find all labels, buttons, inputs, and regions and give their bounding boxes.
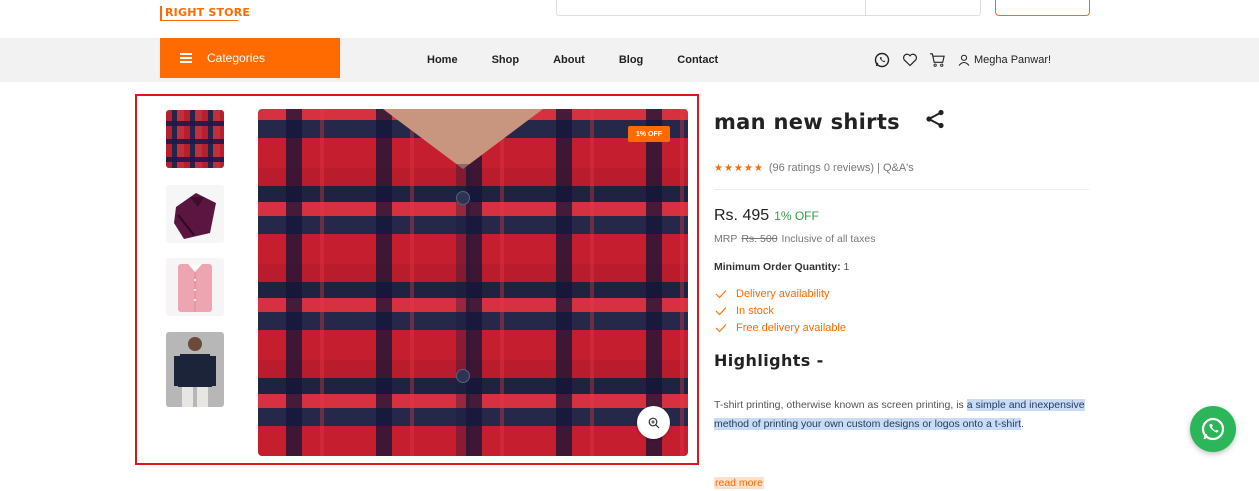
image-shirt-button — [456, 191, 470, 205]
thumbnail-2[interactable] — [166, 185, 224, 243]
feature-list: Delivery availability In stock Free deli… — [714, 285, 846, 336]
categories-button[interactable]: Categories — [160, 38, 340, 78]
feature-item: Free delivery available — [714, 319, 846, 336]
menu-icon — [180, 51, 192, 66]
description-text: T-shirt printing, otherwise known as scr… — [714, 399, 967, 411]
product-title-row: man new shirts — [714, 108, 946, 135]
thumbnail-1[interactable] — [166, 110, 224, 168]
check-icon — [715, 306, 727, 315]
heart-icon[interactable] — [901, 51, 918, 68]
nav-link-contact[interactable]: Contact — [677, 54, 718, 66]
check-icon — [715, 323, 727, 332]
zoom-button[interactable] — [637, 406, 670, 439]
cart-icon[interactable] — [929, 51, 946, 68]
minimum-order-quantity: Minimum Order Quantity: 1 — [714, 261, 849, 273]
check-icon — [715, 289, 727, 298]
main-navbar: Categories Home Shop About Blog Contact … — [0, 38, 1259, 82]
store-logo[interactable]: RIGHT STORE — [160, 6, 250, 19]
feature-text: Free delivery available — [736, 321, 847, 334]
user-icon — [958, 54, 970, 66]
description-end: . — [1021, 418, 1024, 430]
price-discount: 1% OFF — [774, 209, 819, 223]
read-more-link[interactable]: read more — [714, 477, 764, 489]
nav-link-about[interactable]: About — [553, 54, 585, 66]
price-row: Rs. 495 1% OFF — [714, 207, 819, 225]
user-account[interactable]: Megha Panwar! — [958, 54, 1051, 66]
whatsapp-floating-button[interactable] — [1190, 406, 1236, 452]
nav-link-shop[interactable]: Shop — [492, 54, 520, 66]
highlights-heading: Highlights - — [714, 351, 824, 370]
search-input[interactable] — [556, 0, 981, 16]
rating-text[interactable]: (96 ratings 0 reviews) | Q&A's — [769, 162, 914, 174]
share-icon[interactable] — [924, 108, 946, 135]
divider — [714, 189, 1089, 190]
categories-label: Categories — [207, 51, 266, 65]
rating-row: ★★★★★ (96 ratings 0 reviews) | Q&A's — [714, 162, 914, 174]
whatsapp-icon — [1201, 417, 1225, 441]
price: Rs. 495 — [714, 207, 770, 224]
nav-links: Home Shop About Blog Contact — [410, 38, 735, 82]
discount-badge: 1% OFF — [628, 126, 670, 142]
image-neck — [383, 109, 543, 169]
feature-text: In stock — [736, 304, 774, 317]
moq-label: Minimum Order Quantity: — [714, 261, 841, 273]
tax-note: Inclusive of all taxes — [781, 233, 876, 245]
logo-text: RIGHT STORE — [165, 6, 251, 19]
image-shirt-button — [456, 369, 470, 383]
star-rating-icon: ★★★★★ — [714, 162, 764, 174]
nav-link-blog[interactable]: Blog — [619, 54, 643, 66]
thumbnail-3[interactable] — [166, 258, 224, 316]
moq-value: 1 — [843, 261, 850, 273]
product-title: man new shirts — [714, 109, 900, 134]
whatsapp-icon[interactable] — [873, 51, 890, 68]
product-description: T-shirt printing, otherwise known as scr… — [714, 396, 1094, 434]
logo-underline — [160, 20, 238, 21]
zoom-icon — [648, 417, 659, 428]
feature-item: In stock — [714, 302, 846, 319]
feature-text: Delivery availability — [736, 287, 830, 300]
mrp-label: MRP — [714, 233, 738, 245]
search-divider — [865, 0, 866, 16]
nav-link-home[interactable]: Home — [427, 54, 458, 66]
nav-icons: Megha Panwar! — [873, 51, 1051, 68]
main-product-image[interactable] — [258, 109, 688, 456]
image-placket — [456, 164, 470, 456]
top-header: RIGHT STORE — [0, 0, 1259, 38]
mrp-value: Rs. 500 — [741, 233, 778, 245]
header-action-button[interactable] — [995, 0, 1090, 16]
user-name: Megha Panwar! — [974, 53, 1052, 66]
mrp-row: MRP Rs. 500 Inclusive of all taxes — [714, 233, 876, 245]
thumbnail-4[interactable] — [166, 332, 224, 407]
feature-item: Delivery availability — [714, 285, 846, 302]
